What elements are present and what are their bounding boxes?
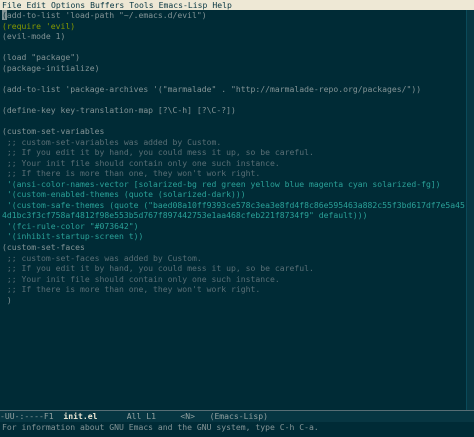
code-line[interactable]: ;; If you edit it by hand, you could mes…	[0, 147, 466, 158]
menu-bar: File Edit Options Buffers Tools Emacs-Lisp Hel…	[0, 0, 474, 10]
code-line[interactable]: (add-to-list 'load-path "~/.emacs.d/evil…	[0, 10, 466, 21]
code-line[interactable]	[0, 42, 466, 53]
code-line[interactable]: (custom-set-faces	[0, 242, 466, 253]
code-line[interactable]: )	[0, 295, 466, 306]
vertical-scrollbar[interactable]	[466, 10, 474, 410]
code-line[interactable]: '(fci-rule-color "#073642")	[0, 221, 466, 232]
code-line[interactable]: '(custom-enabled-themes (quote (solarize…	[0, 189, 466, 200]
menu-help[interactable]: Help	[212, 0, 232, 10]
menu-options[interactable]: Options	[51, 0, 85, 10]
code-line[interactable]: (evil-mode 1)	[0, 31, 466, 42]
code-line[interactable]: (load "package")	[0, 52, 466, 63]
code-line[interactable]: ;; If there is more than one, they won't…	[0, 284, 466, 295]
modeline-position: All L1	[97, 411, 181, 421]
menu-buffers[interactable]: Buffers	[90, 0, 124, 10]
code-line[interactable]: ;; Your init file should contain only on…	[0, 158, 466, 169]
code-line[interactable]: ;; custom-set-variables was added by Cus…	[0, 137, 466, 148]
code-line-text: add-to-list 'load-path "~/.emacs.d/evil"…	[6, 10, 207, 20]
code-line[interactable]: '(ansi-color-names-vector [solarized-bg …	[0, 179, 466, 190]
emacs-frame: File Edit Options Buffers Tools Emacs-Lisp Hel…	[0, 0, 474, 437]
menu-emacs-lisp[interactable]: Emacs-Lisp	[159, 0, 208, 10]
code-line[interactable]	[0, 94, 466, 105]
code-line[interactable]: 4d1bc3f3cf758af4812f98e553b5d767f8974427…	[0, 210, 466, 221]
menu-edit[interactable]: Edit	[27, 0, 47, 10]
code-line[interactable]: (add-to-list 'package-archives '("marmal…	[0, 84, 466, 95]
code-line[interactable]: (custom-set-variables	[0, 126, 466, 137]
code-line[interactable]: ;; If there is more than one, they won't…	[0, 168, 466, 179]
code-line[interactable]: (require 'evil)	[0, 21, 466, 32]
code-line[interactable]: ;; Your init file should contain only on…	[0, 274, 466, 285]
menu-tools[interactable]: Tools	[129, 0, 153, 10]
code-line[interactable]: '(custom-safe-themes (quote ("baed08a10f…	[0, 200, 466, 211]
code-line[interactable]: ;; custom-set-faces was added by Custom.	[0, 253, 466, 264]
modeline-status: -UU-:----F1	[0, 411, 64, 421]
code-line[interactable]: (define-key key-translation-map [?\C-h] …	[0, 105, 466, 116]
menu-file[interactable]: File	[2, 0, 22, 10]
modeline-modes[interactable]: <N> (Emacs-Lisp)	[180, 411, 273, 421]
mode-line: -UU-:----F1 init.el All L1 <N> (Emacs-Li…	[0, 410, 474, 422]
code-line[interactable]	[0, 73, 466, 84]
echo-area: For information about GNU Emacs and the …	[0, 422, 474, 437]
code-line[interactable]: (package-initialize)	[0, 63, 466, 74]
code-line[interactable]: ;; If you edit it by hand, you could mes…	[0, 263, 466, 274]
code-line[interactable]: '(inhibit-startup-screen t))	[0, 231, 466, 242]
modeline-buffer-name[interactable]: init.el	[63, 411, 97, 421]
editor-buffer[interactable]: (add-to-list 'load-path "~/.emacs.d/evil…	[0, 10, 466, 410]
code-line[interactable]	[0, 115, 466, 126]
